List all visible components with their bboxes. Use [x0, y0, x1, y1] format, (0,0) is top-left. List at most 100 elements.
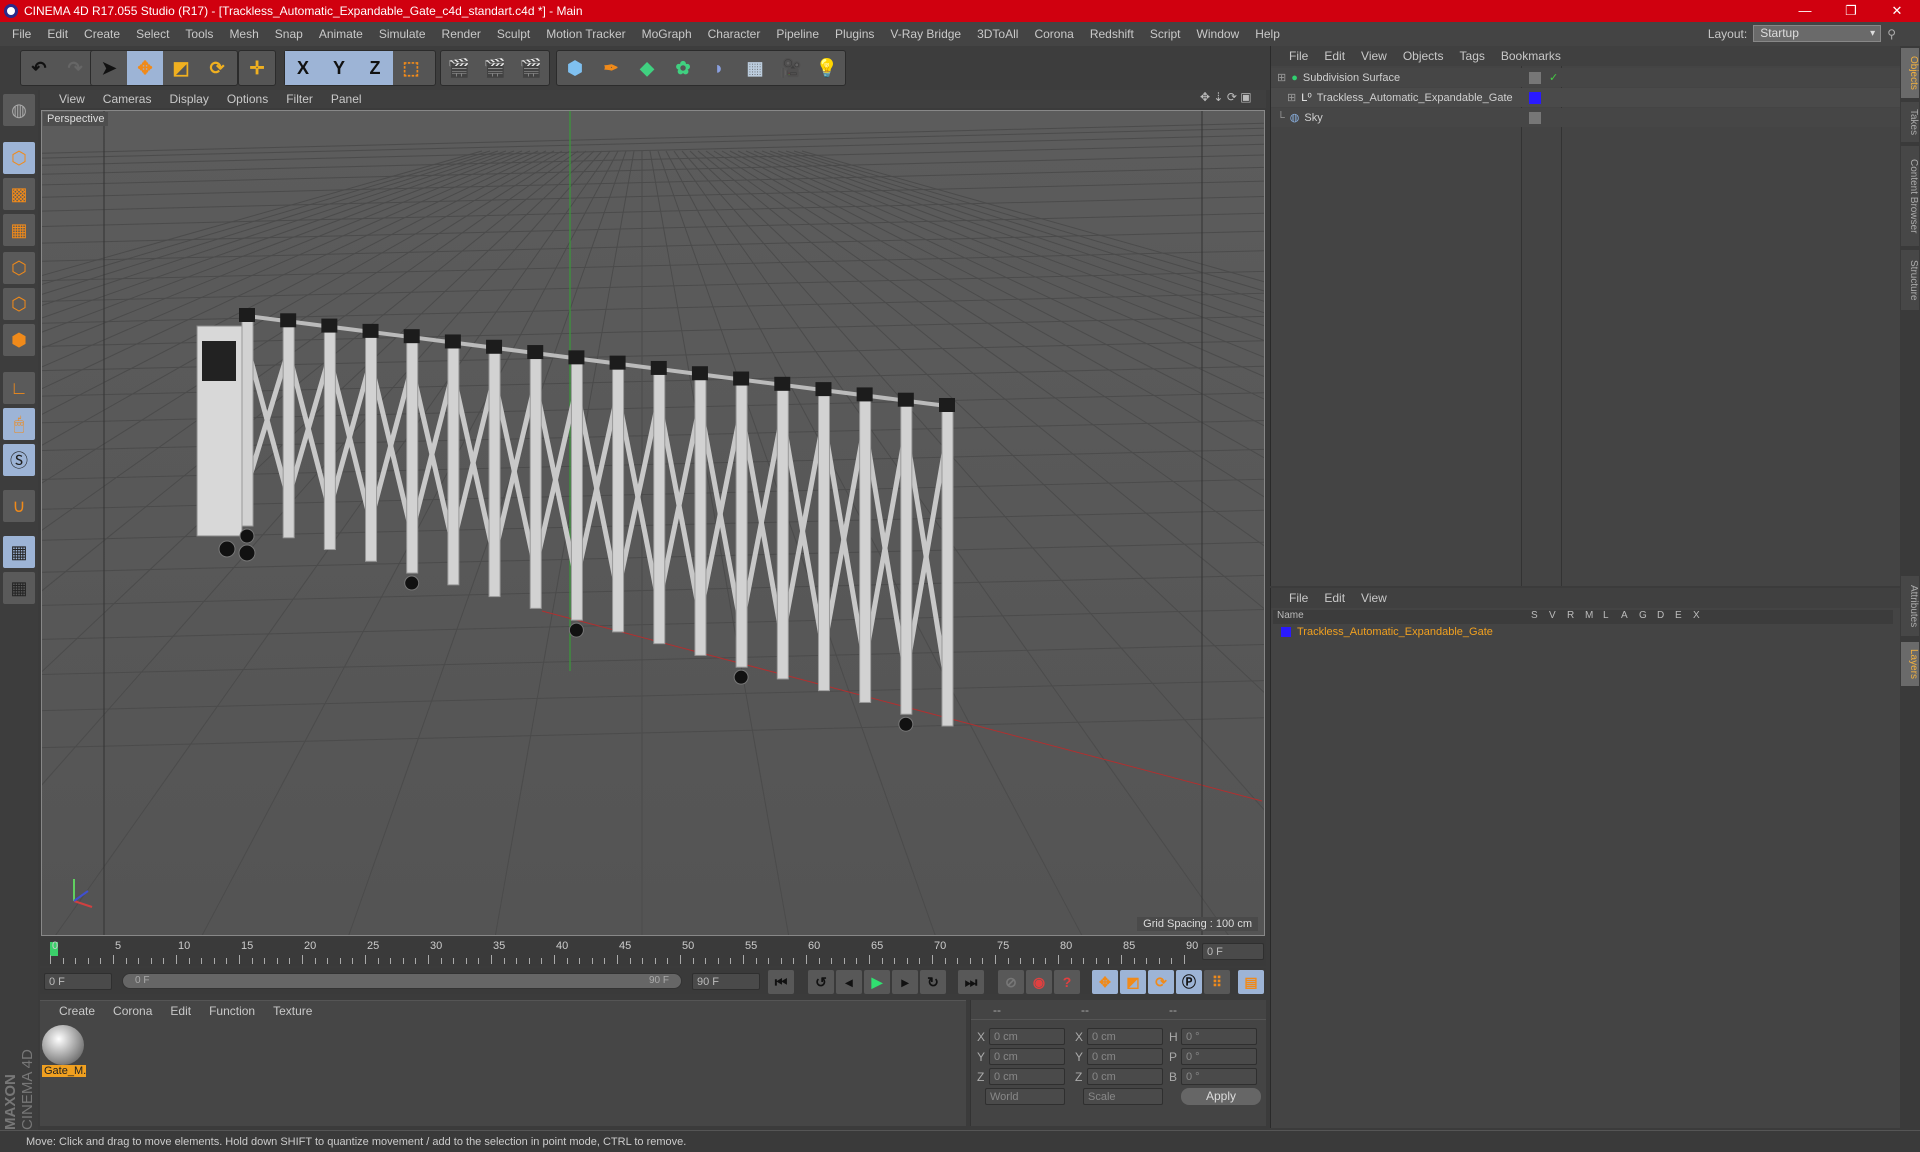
menu-script[interactable]: Script	[1150, 27, 1181, 41]
layer-menu-file[interactable]: File	[1289, 591, 1308, 605]
polygons-mode-button[interactable]: ⬢	[3, 324, 35, 356]
previous-keyframe-button[interactable]: ↺	[808, 970, 834, 994]
3d-viewport[interactable]: Perspective Grid Spacing : 100 cm	[41, 110, 1265, 936]
layer-column-d[interactable]: D	[1657, 610, 1664, 621]
minimize-button[interactable]: —	[1782, 0, 1828, 22]
material-menu-texture[interactable]: Texture	[273, 1004, 312, 1018]
tree-expander-icon[interactable]: ⊞	[1277, 71, 1286, 84]
move-tool-button[interactable]: ✥	[127, 51, 163, 85]
key-rotation-button[interactable]: ⟳	[1148, 970, 1174, 994]
size-x-field[interactable]: 0 cm	[1087, 1028, 1163, 1045]
menu-pipeline[interactable]: Pipeline	[776, 27, 819, 41]
maximize-view-icon[interactable]: ▣	[1240, 90, 1251, 104]
viewport-menu-panel[interactable]: Panel	[331, 92, 362, 106]
layer-column-r[interactable]: R	[1567, 610, 1574, 621]
menu-help[interactable]: Help	[1255, 27, 1280, 41]
menu-animate[interactable]: Animate	[319, 27, 363, 41]
undo-button[interactable]: ↶	[21, 51, 57, 85]
object-menu-file[interactable]: File	[1289, 49, 1308, 63]
layer-column-m[interactable]: M	[1585, 610, 1593, 621]
previous-frame-button[interactable]: ◂	[836, 970, 862, 994]
object-menu-view[interactable]: View	[1361, 49, 1387, 63]
camera-label[interactable]: Perspective	[43, 112, 109, 126]
y-axis-lock-button[interactable]: Y	[321, 51, 357, 85]
viewport-menu-filter[interactable]: Filter	[286, 92, 313, 106]
light-button[interactable]: 💡	[809, 51, 845, 85]
maximize-button[interactable]: ❐	[1828, 0, 1874, 22]
menu-plugins[interactable]: Plugins	[835, 27, 874, 41]
key-point-level-button[interactable]: ⠿	[1204, 970, 1230, 994]
points-mode-button[interactable]: ⬡	[3, 252, 35, 284]
object-menu-edit[interactable]: Edit	[1324, 49, 1345, 63]
menu-file[interactable]: File	[12, 27, 31, 41]
visibility-tag[interactable]	[1529, 71, 1541, 84]
select-tool-button[interactable]: ➤	[91, 51, 127, 85]
menu-corona[interactable]: Corona	[1034, 27, 1073, 41]
menu-v-ray-bridge[interactable]: V-Ray Bridge	[890, 27, 961, 41]
search-icon[interactable]: ⚲	[1887, 27, 1896, 41]
scale-mode-dropdown[interactable]: Scale	[1083, 1088, 1163, 1105]
lock-workplane-button[interactable]: ▦	[3, 536, 35, 568]
tweak-mode-button[interactable]: 🖱	[3, 408, 35, 440]
cube-object-button[interactable]: ⬢	[557, 51, 593, 85]
key-scale-button[interactable]: ◩	[1120, 970, 1146, 994]
layer-column-s[interactable]: S	[1531, 610, 1538, 621]
autokey-button[interactable]: ◉	[1026, 970, 1052, 994]
menu-sculpt[interactable]: Sculpt	[497, 27, 530, 41]
layer-column-x[interactable]: X	[1693, 610, 1700, 621]
make-editable-button[interactable]: ◍	[3, 94, 35, 126]
side-tab-content-browser[interactable]: Content Browser	[1901, 146, 1919, 246]
x-axis-lock-button[interactable]: X	[285, 51, 321, 85]
side-tab-structure[interactable]: Structure	[1901, 250, 1919, 310]
material-menu-corona[interactable]: Corona	[113, 1004, 152, 1018]
z-axis-lock-button[interactable]: Z	[357, 51, 393, 85]
object-menu-tags[interactable]: Tags	[1460, 49, 1485, 63]
layer-column-l[interactable]: L	[1603, 610, 1609, 621]
object-name[interactable]: Subdivision Surface	[1303, 72, 1400, 84]
keyframe-selection-button[interactable]: ?	[1054, 970, 1080, 994]
menu-redshift[interactable]: Redshift	[1090, 27, 1134, 41]
render-view-button[interactable]: 🎬	[441, 51, 477, 85]
menu-3dtoall[interactable]: 3DToAll	[977, 27, 1018, 41]
snapping-button[interactable]: Ⓢ	[3, 444, 35, 476]
layer-color-tag[interactable]	[1529, 91, 1541, 104]
layer-menu-edit[interactable]: Edit	[1324, 591, 1345, 605]
go-to-end-button[interactable]: ⏭	[958, 970, 984, 994]
planar-workplane-button[interactable]: ▦	[3, 572, 35, 604]
menu-snap[interactable]: Snap	[275, 27, 303, 41]
layout-dropdown[interactable]: Startup	[1753, 25, 1882, 42]
floor-button[interactable]: ▦	[737, 51, 773, 85]
object-row[interactable]: └ ◍ Sky	[1271, 108, 1901, 127]
menu-mograph[interactable]: MoGraph	[642, 27, 692, 41]
menu-character[interactable]: Character	[708, 27, 761, 41]
timeline-ruler[interactable]: 0 F 0 5 10 15 20 25 30 35 40 45 50 55 60 65 70 75 80 85 90	[40, 938, 1266, 966]
viewport-menu-options[interactable]: Options	[227, 92, 268, 106]
next-keyframe-button[interactable]: ↻	[920, 970, 946, 994]
side-tab-attributes[interactable]: Attributes	[1901, 576, 1919, 636]
apply-button[interactable]: Apply	[1181, 1088, 1261, 1105]
material-menu-edit[interactable]: Edit	[170, 1004, 191, 1018]
coordinate-mode-dropdown[interactable]: World	[985, 1088, 1065, 1105]
key-position-button[interactable]: ✥	[1092, 970, 1118, 994]
material-menu-create[interactable]: Create	[59, 1004, 95, 1018]
workplane-mode-button[interactable]: ▦	[3, 214, 35, 246]
rotation-z-field[interactable]: 0 °	[1181, 1068, 1257, 1085]
edges-mode-button[interactable]: ⬡	[3, 288, 35, 320]
object-name[interactable]: Trackless_Automatic_Expandable_Gate	[1317, 92, 1513, 104]
viewport-menu-display[interactable]: Display	[169, 92, 208, 106]
material-swatch[interactable]: Gate_M...	[42, 1025, 86, 1081]
layer-column-a[interactable]: A	[1621, 610, 1628, 621]
object-row[interactable]: ⊞ L⁰ Trackless_Automatic_Expandable_Gate	[1271, 88, 1901, 107]
live-selection-button[interactable]: ✛	[239, 51, 275, 85]
menu-simulate[interactable]: Simulate	[379, 27, 426, 41]
end-frame-field[interactable]: 90 F	[692, 973, 760, 990]
rotation-y-field[interactable]: 0 °	[1181, 1048, 1257, 1065]
layer-menu-view[interactable]: View	[1361, 591, 1387, 605]
object-row[interactable]: ⊞ ● Subdivision Surface ✓	[1271, 68, 1901, 87]
tree-expander-icon[interactable]: ⊞	[1287, 91, 1296, 104]
object-name[interactable]: Sky	[1304, 112, 1322, 124]
viewport-menu-view[interactable]: View	[59, 92, 85, 106]
dolly-icon[interactable]: ⇣	[1213, 90, 1223, 104]
viewport-menu-cameras[interactable]: Cameras	[103, 92, 152, 106]
rotate-tool-button[interactable]: ⟳	[199, 51, 235, 85]
